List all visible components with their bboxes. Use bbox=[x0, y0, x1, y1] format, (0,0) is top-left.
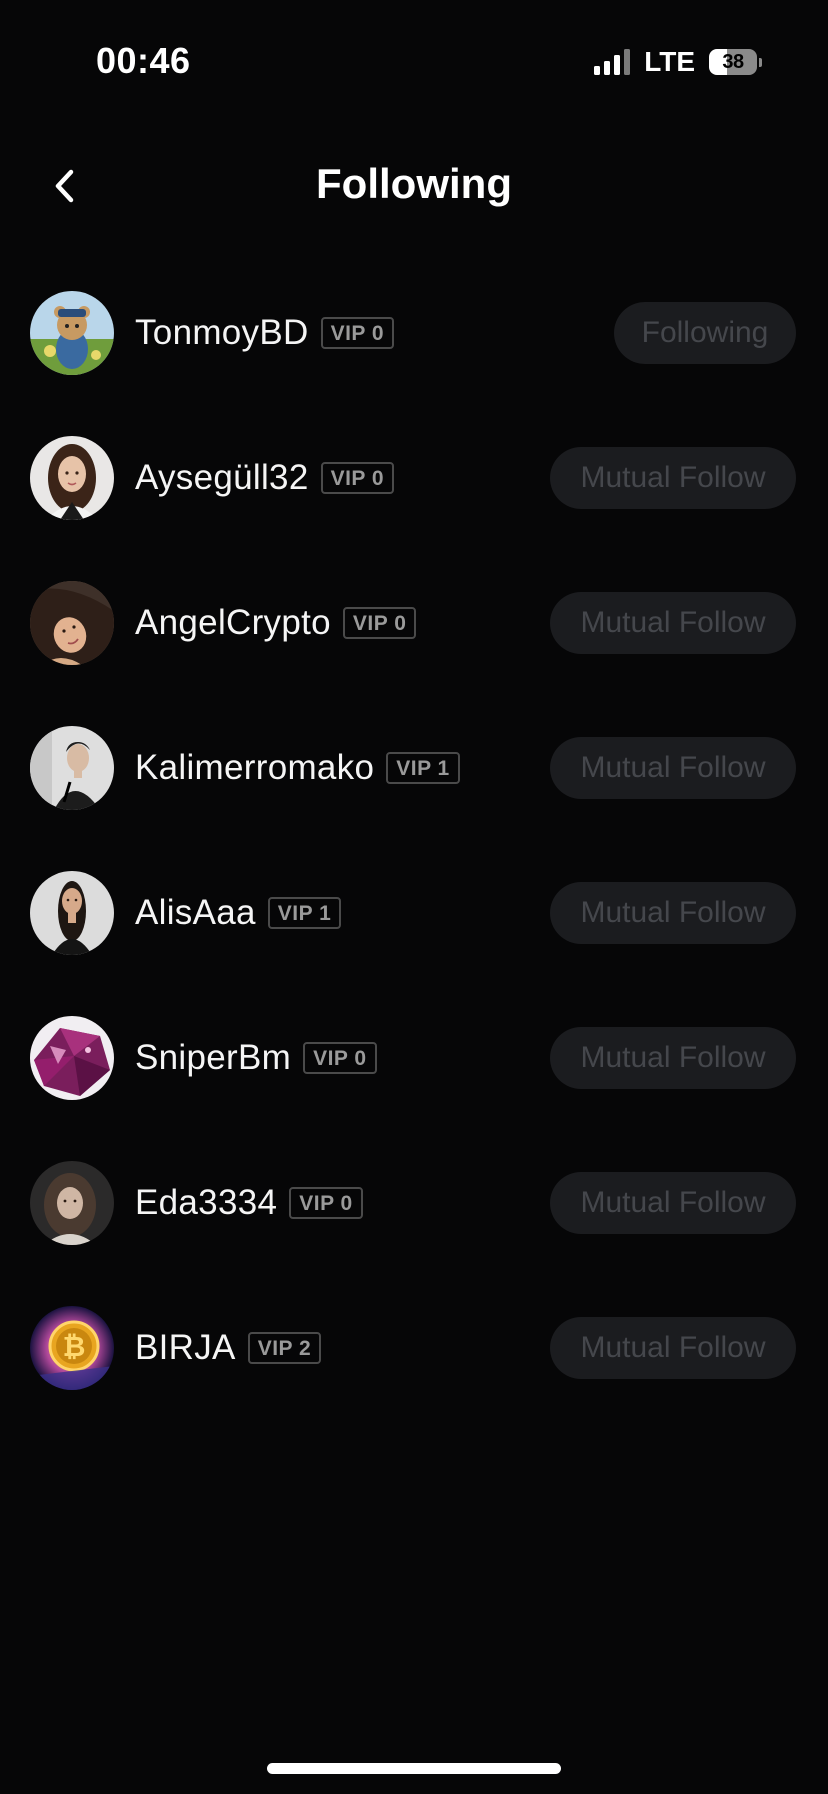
username[interactable]: AlisAaa bbox=[135, 893, 256, 933]
avatar[interactable] bbox=[30, 725, 114, 810]
username[interactable]: SniperBm bbox=[135, 1038, 291, 1078]
list-item[interactable]: SniperBm VIP 0 Mutual Follow bbox=[0, 985, 828, 1130]
mutual-follow-button[interactable]: Mutual Follow bbox=[550, 1026, 796, 1089]
avatar[interactable] bbox=[30, 580, 114, 665]
username[interactable]: BIRJA bbox=[135, 1328, 236, 1368]
status-bar: 00:46 LTE 38 bbox=[0, 0, 828, 120]
vip-badge: VIP 0 bbox=[289, 1186, 363, 1219]
username[interactable]: Eda3334 bbox=[135, 1183, 277, 1223]
vip-badge: VIP 1 bbox=[267, 896, 342, 929]
svg-text:₿: ₿ bbox=[63, 1330, 86, 1363]
list-item[interactable]: TonmoyBD VIP 0 Following bbox=[0, 260, 828, 405]
network-type: LTE bbox=[644, 46, 695, 77]
avatar[interactable]: ₿ bbox=[30, 1305, 114, 1390]
mutual-follow-button[interactable]: Mutual Follow bbox=[550, 1316, 796, 1379]
avatar[interactable] bbox=[30, 435, 114, 520]
page-title: Following bbox=[316, 160, 512, 207]
battery-icon: 38 bbox=[709, 49, 762, 75]
status-indicators: LTE 38 bbox=[594, 46, 762, 78]
status-time: 00:46 bbox=[96, 40, 191, 81]
list-item[interactable]: ₿ BIRJA VIP 2 Mutual Follow bbox=[0, 1275, 828, 1420]
username[interactable]: Kalimerromako bbox=[135, 748, 374, 788]
username[interactable]: AngelCrypto bbox=[135, 603, 331, 643]
avatar[interactable] bbox=[30, 1015, 114, 1100]
list-item[interactable]: AlisAaa VIP 1 Mutual Follow bbox=[0, 840, 828, 985]
vip-badge: VIP 0 bbox=[320, 316, 395, 349]
vip-badge: VIP 0 bbox=[303, 1041, 377, 1074]
mutual-follow-button[interactable]: Mutual Follow bbox=[550, 881, 796, 944]
signal-icon bbox=[594, 49, 631, 75]
avatar[interactable] bbox=[30, 290, 114, 375]
avatar[interactable] bbox=[30, 870, 114, 955]
vip-badge: VIP 0 bbox=[320, 461, 395, 494]
list-item[interactable]: Kalimerromako VIP 1 Mutual Follow bbox=[0, 695, 828, 840]
page-header: Following bbox=[0, 140, 828, 230]
vip-badge: VIP 2 bbox=[247, 1331, 322, 1364]
home-indicator[interactable] bbox=[267, 1763, 561, 1774]
username[interactable]: TonmoyBD bbox=[135, 313, 309, 353]
mutual-follow-button[interactable]: Mutual Follow bbox=[550, 591, 796, 654]
vip-badge: VIP 1 bbox=[386, 751, 460, 784]
list-item[interactable]: Eda3334 VIP 0 Mutual Follow bbox=[0, 1130, 828, 1275]
username[interactable]: Aysegüll32 bbox=[135, 458, 309, 498]
list-item[interactable]: Aysegüll32 VIP 0 Mutual Follow bbox=[0, 405, 828, 550]
vip-badge: VIP 0 bbox=[342, 606, 417, 639]
mutual-follow-button[interactable]: Mutual Follow bbox=[550, 1171, 796, 1234]
battery-level: 38 bbox=[709, 49, 757, 75]
following-list: TonmoyBD VIP 0 Following Aysegüll32 VIP … bbox=[0, 260, 828, 1420]
list-item[interactable]: AngelCrypto VIP 0 Mutual Follow bbox=[0, 550, 828, 695]
following-button[interactable]: Following bbox=[614, 301, 796, 364]
avatar[interactable] bbox=[30, 1160, 114, 1245]
mutual-follow-button[interactable]: Mutual Follow bbox=[550, 446, 796, 509]
mutual-follow-button[interactable]: Mutual Follow bbox=[550, 736, 796, 799]
